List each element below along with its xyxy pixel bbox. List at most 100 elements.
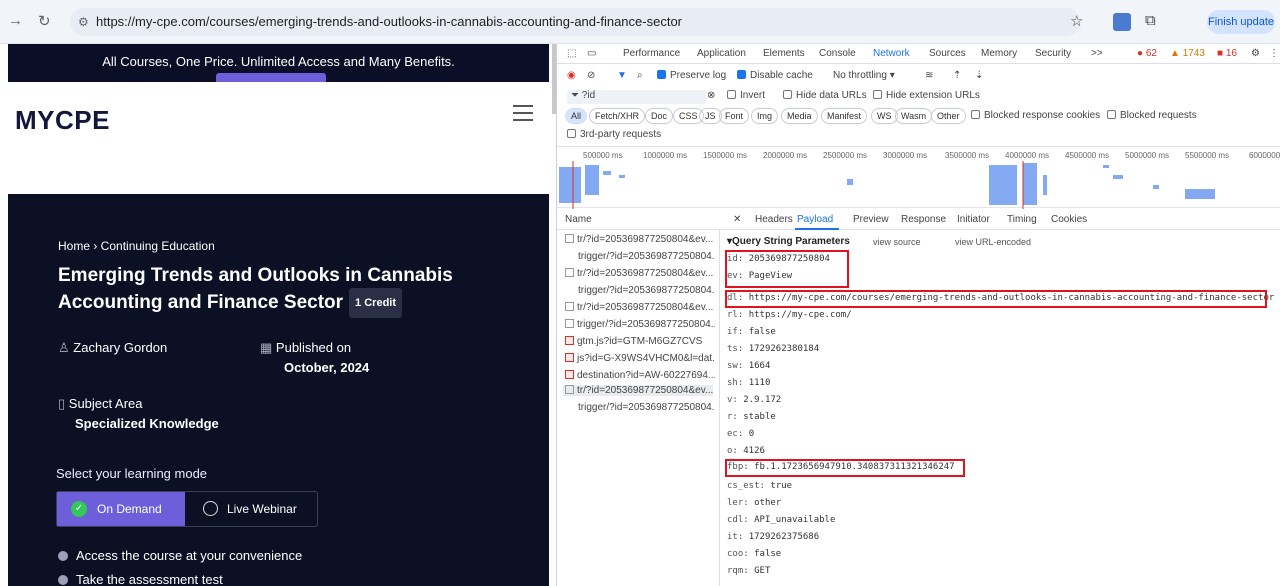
chip-other[interactable]: Other [931, 108, 966, 124]
tab-performance[interactable]: Performance [623, 48, 680, 59]
view-source-link[interactable]: view source [873, 237, 921, 247]
query-param-row[interactable]: cdl: API_unavailable [727, 515, 835, 525]
site-logo[interactable]: MYCPE [15, 105, 110, 136]
more-options-icon[interactable]: ⋮ [1269, 48, 1279, 59]
on-demand-option[interactable]: ✓ On Demand [57, 492, 185, 526]
import-icon[interactable]: ⇡ [953, 70, 961, 81]
request-row[interactable]: js?id=G-X9WS4VHCM0&l=dat... [565, 353, 715, 364]
more-tabs[interactable]: >> [1091, 48, 1103, 59]
name-column-header[interactable]: Name [565, 214, 592, 225]
hide-extension-urls-checkbox[interactable]: Hide extension URLs [873, 90, 980, 101]
request-row[interactable]: trigger/?id=205369877250804... [565, 251, 715, 262]
chip-doc[interactable]: Doc [645, 108, 674, 124]
query-params-section[interactable]: ▾Query String Parameters [727, 236, 850, 247]
request-row[interactable]: tr/?id=205369877250804&ev... [565, 234, 715, 245]
site-settings-icon[interactable]: ⚙ [78, 8, 89, 36]
warning-count[interactable]: ▲ 1743 [1170, 48, 1205, 59]
chip-font[interactable]: Font [719, 108, 750, 124]
request-row-selected[interactable]: tr/?id=205369877250804&ev... [563, 385, 713, 396]
close-details-icon[interactable]: ✕ [733, 214, 741, 225]
blocked-requests-checkbox[interactable]: Blocked requests [1107, 110, 1197, 121]
chip-wasm[interactable]: Wasm [895, 108, 933, 124]
hamburger-menu-icon[interactable] [513, 105, 533, 126]
param-key: if: [727, 327, 744, 337]
panel-tab-initiator[interactable]: Initiator [957, 214, 990, 225]
query-param-row[interactable]: r: stable [727, 412, 776, 422]
network-overview[interactable]: 500000 ms 1000000 ms 1500000 ms 2000000 … [557, 146, 1280, 209]
query-param-row[interactable]: ler: other [727, 498, 781, 508]
search-icon[interactable]: ⌕ [637, 70, 643, 81]
extensions-puzzle-icon[interactable]: ⧉ [1145, 12, 1156, 29]
invert-checkbox[interactable]: Invert [727, 90, 765, 101]
chip-fetch-xhr[interactable]: Fetch/XHR [589, 108, 646, 124]
panel-tab-timing[interactable]: Timing [1007, 214, 1037, 225]
query-param-row[interactable]: rqm: GET [727, 566, 770, 576]
panel-tab-preview[interactable]: Preview [853, 214, 889, 225]
request-row[interactable]: tr/?id=205369877250804&ev... [565, 302, 715, 313]
tab-memory[interactable]: Memory [981, 48, 1017, 59]
hide-data-urls-checkbox[interactable]: Hide data URLs [783, 90, 867, 101]
device-toolbar-icon[interactable]: ▭ [587, 48, 596, 59]
tab-elements[interactable]: Elements [763, 48, 805, 59]
breadcrumb[interactable]: Home › Continuing Education [58, 239, 215, 253]
tab-network[interactable]: Network [873, 48, 910, 59]
issues-count[interactable]: ■ 16 [1217, 48, 1237, 59]
blocked-cookies-checkbox[interactable]: Blocked response cookies [971, 110, 1100, 121]
throttling-select[interactable]: No throttling ▾ [833, 70, 895, 81]
pane-divider[interactable] [719, 230, 720, 586]
export-icon[interactable]: ⇣ [975, 70, 983, 81]
request-row[interactable]: trigger/?id=205369877250804... [565, 402, 715, 413]
inspect-icon[interactable]: ⬚ [567, 48, 576, 59]
timeline-tick: 2000000 ms [763, 151, 808, 160]
network-conditions-icon[interactable]: ≋ [925, 70, 933, 81]
query-param-row[interactable]: ts: 1729262380184 [727, 344, 819, 354]
bookmark-star-icon[interactable]: ☆ [1070, 12, 1083, 30]
request-row[interactable]: trigger/?id=205369877250804... [565, 285, 715, 296]
tab-console[interactable]: Console [819, 48, 856, 59]
settings-gear-icon[interactable]: ⚙ [1251, 48, 1260, 59]
address-bar[interactable]: ⚙ https://my-cpe.com/courses/emerging-tr… [70, 8, 1080, 36]
query-param-row[interactable]: if: false [727, 327, 776, 337]
tab-sources[interactable]: Sources [929, 48, 966, 59]
reload-icon[interactable]: ↻ [38, 12, 51, 30]
live-webinar-option[interactable]: Live Webinar [185, 492, 317, 526]
request-row[interactable]: tr/?id=205369877250804&ev... [565, 268, 715, 279]
request-row[interactable]: trigger/?id=205369877250804... [565, 319, 715, 330]
query-param-row[interactable]: it: 1729262375686 [727, 532, 819, 542]
filter-icon[interactable]: ▼ [617, 70, 627, 81]
chip-ws[interactable]: WS [871, 108, 898, 124]
query-param-row[interactable]: cs_est: true [727, 481, 792, 491]
query-param-row[interactable]: coo: false [727, 549, 781, 559]
clear-filter-icon[interactable]: ⊗ [707, 90, 715, 101]
third-party-checkbox[interactable]: 3rd-party requests [567, 129, 661, 140]
chip-all[interactable]: All [565, 108, 588, 124]
panel-tab-payload[interactable]: Payload [797, 214, 833, 225]
chip-img[interactable]: Img [751, 108, 779, 124]
chip-manifest[interactable]: Manifest [821, 108, 868, 124]
instructor[interactable]: ♙ Zachary Gordon [58, 340, 167, 356]
preserve-log-checkbox[interactable]: Preserve log [657, 70, 726, 81]
tab-application[interactable]: Application [697, 48, 746, 59]
panel-tab-response[interactable]: Response [901, 214, 946, 225]
query-param-row[interactable]: sw: 1664 [727, 361, 770, 371]
panel-tab-cookies[interactable]: Cookies [1051, 214, 1087, 225]
chip-media[interactable]: Media [781, 108, 818, 124]
extension-icon[interactable] [1113, 13, 1131, 31]
record-icon[interactable]: ◉ [567, 70, 576, 81]
forward-icon[interactable]: → [8, 12, 23, 29]
view-url-encoded-link[interactable]: view URL-encoded [955, 237, 1031, 247]
error-count[interactable]: ● 62 [1137, 48, 1157, 59]
clear-icon[interactable]: ⊘ [587, 70, 595, 81]
tab-security[interactable]: Security [1035, 48, 1071, 59]
query-param-row[interactable]: v: 2.9.172 [727, 395, 781, 405]
query-param-row[interactable]: rl: https://my-cpe.com/ [727, 310, 852, 320]
panel-tab-headers[interactable]: Headers [755, 214, 793, 225]
query-param-row[interactable]: ec: 0 [727, 429, 754, 439]
finish-update-button[interactable]: Finish update [1207, 10, 1275, 34]
request-row[interactable]: destination?id=AW-60227694... [565, 370, 715, 381]
query-param-row[interactable]: sh: 1110 [727, 378, 770, 388]
query-param-row[interactable]: o: 4126 [727, 446, 765, 456]
filter-input[interactable]: ⏷ ?id [567, 90, 707, 104]
request-row[interactable]: gtm.js?id=GTM-M6GZ7CVS [565, 336, 715, 347]
disable-cache-checkbox[interactable]: Disable cache [737, 70, 813, 81]
